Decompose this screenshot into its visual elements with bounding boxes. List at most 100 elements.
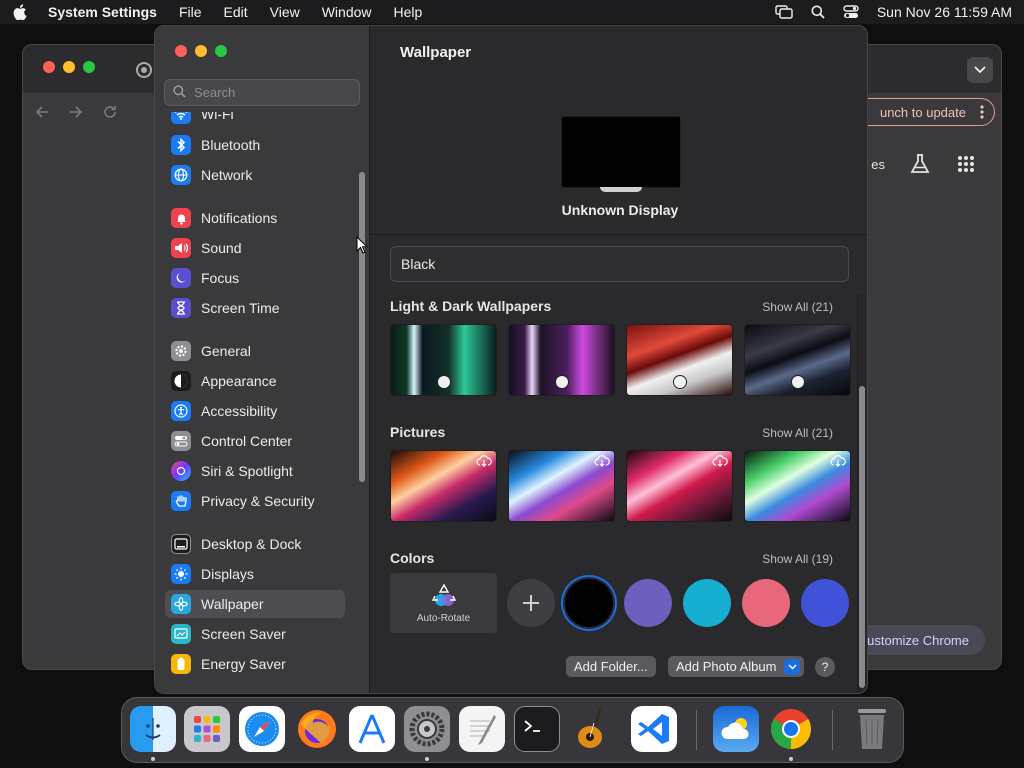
screen-mirroring-icon[interactable] [775,5,793,19]
color-swatch-black[interactable] [565,579,613,627]
pane-scrollbar[interactable] [859,386,865,688]
labs-flask-icon[interactable] [909,153,931,178]
menu-window[interactable]: Window [322,4,372,20]
sun-icon [171,564,191,584]
google-apps-grid-icon[interactable] [957,155,975,176]
recycle-icon [429,582,459,613]
flower-icon [171,594,191,614]
bell-icon [171,208,191,228]
dock-running-indicator [151,757,155,761]
add-color-button[interactable] [507,579,555,627]
menu-view[interactable]: View [270,4,300,20]
wallpaper-thumb-red[interactable] [626,324,733,396]
chrome-tab-search-button[interactable] [967,57,993,83]
pane-title: Wallpaper [400,44,472,61]
wallpaper-thumb-teal[interactable] [390,324,497,396]
sidebar-item-appearance[interactable]: Appearance [165,367,345,395]
sidebar-item-accessibility[interactable]: Accessibility [165,397,345,425]
sidebar-scrollbar[interactable] [359,172,365,482]
add-folder-button[interactable]: Add Folder... [566,656,656,677]
color-swatch-teal[interactable] [683,579,731,627]
moon-icon [171,268,191,288]
wallpaper-thumb-graphite[interactable] [744,324,851,396]
color-swatch-blue[interactable] [801,579,849,627]
colors-row: Auto-Rotate [390,573,849,633]
settings-minimize-button[interactable] [195,45,207,57]
chrome-tab-favicon-icon[interactable] [135,61,153,79]
dock-system-settings-icon[interactable] [404,706,450,752]
dock-safari-icon[interactable] [239,706,285,752]
reload-icon[interactable] [103,105,117,122]
sidebar-item-displays[interactable]: Displays [165,560,345,588]
wallpaper-thumb-blue-swirl[interactable] [508,450,615,522]
chrome-zoom-button[interactable] [83,61,95,73]
wallpaper-thumb-pink-swirl[interactable] [626,450,733,522]
dock-firefox-icon[interactable] [294,706,340,752]
wifi-icon [171,112,191,124]
dock-launchpad-icon[interactable] [184,706,230,752]
sidebar-item-sound[interactable]: Sound [165,234,345,262]
show-all-colors-button[interactable]: Show All (19) [762,552,833,566]
settings-search-box[interactable] [164,79,360,106]
sidebar-item-wifi[interactable]: Wi-Fi [165,112,345,128]
sidebar-item-siri-spotlight[interactable]: Siri & Spotlight [165,457,345,485]
sidebar-item-network[interactable]: Network [165,161,345,189]
back-arrow-icon[interactable] [35,105,49,122]
sidebar-item-notifications[interactable]: Notifications [165,204,345,232]
sidebar-item-wallpaper[interactable]: Wallpaper [165,590,345,618]
toggles-icon [171,431,191,451]
show-all-pictures-button[interactable]: Show All (21) [762,426,833,440]
menu-help[interactable]: Help [394,4,423,20]
dock-trash-icon[interactable] [849,706,895,752]
chrome-close-button[interactable] [43,61,55,73]
siri-icon [171,461,191,481]
dock-finder-icon[interactable] [130,706,176,752]
settings-search-input[interactable] [194,85,354,100]
mouse-cursor-icon [356,235,369,257]
chrome-partial-label[interactable]: es [871,157,885,172]
sidebar-item-bluetooth[interactable]: Bluetooth [165,131,345,159]
wallpaper-thumb-green-swirl[interactable] [744,450,851,522]
settings-zoom-button[interactable] [215,45,227,57]
sidebar-item-desktop-dock[interactable]: Desktop & Dock [165,530,345,558]
dock-weather-icon[interactable] [713,706,759,752]
screensaver-icon [171,624,191,644]
add-photo-album-button[interactable]: Add Photo Album [668,656,805,677]
current-wallpaper-field[interactable]: Black [390,246,849,282]
dock-garageband-icon[interactable] [569,706,615,752]
help-button[interactable]: ? [815,657,835,677]
dock-vscode-icon[interactable] [631,706,677,752]
menu-app-name[interactable]: System Settings [48,4,157,20]
sidebar-item-general[interactable]: General [165,337,345,365]
dynamic-wallpaper-badge-icon [555,375,569,389]
dock-textedit-icon[interactable] [459,706,505,752]
sidebar-item-privacy-security[interactable]: Privacy & Security [165,487,345,515]
spotlight-icon[interactable] [811,5,825,19]
control-center-icon[interactable] [843,5,859,19]
color-swatch-purple[interactable] [624,579,672,627]
show-all-light-dark-button[interactable]: Show All (21) [762,300,833,314]
menu-file[interactable]: File [179,4,202,20]
dock-xcode-instruments-icon[interactable] [349,706,395,752]
sidebar-item-focus[interactable]: Focus [165,264,345,292]
dock-chrome-icon[interactable] [768,706,814,752]
dock-terminal-icon[interactable] [514,706,560,752]
wallpaper-thumb-purple[interactable] [508,324,615,396]
wallpaper-thumb-orange-swirl[interactable] [390,450,497,522]
menu-edit[interactable]: Edit [224,4,248,20]
plus-icon [523,595,539,611]
sidebar-item-energy-saver[interactable]: Energy Saver [165,650,345,678]
auto-rotate-tile[interactable]: Auto-Rotate [390,573,497,633]
sidebar-item-screen-time[interactable]: Screen Time [165,294,345,322]
forward-arrow-icon[interactable] [69,105,83,122]
sidebar-item-label: Screen Saver [201,626,286,642]
color-swatch-pink[interactable] [742,579,790,627]
sidebar-item-control-center[interactable]: Control Center [165,427,345,455]
sidebar-item-screen-saver[interactable]: Screen Saver [165,620,345,648]
chrome-minimize-button[interactable] [63,61,75,73]
light-dark-wallpaper-row [390,324,851,396]
sidebar-list: Wi-Fi Bluetooth Network Notifications So… [155,112,370,693]
apple-menu-icon[interactable] [12,4,28,20]
settings-close-button[interactable] [175,45,187,57]
menubar-clock[interactable]: Sun Nov 26 11:59 AM [877,4,1012,20]
